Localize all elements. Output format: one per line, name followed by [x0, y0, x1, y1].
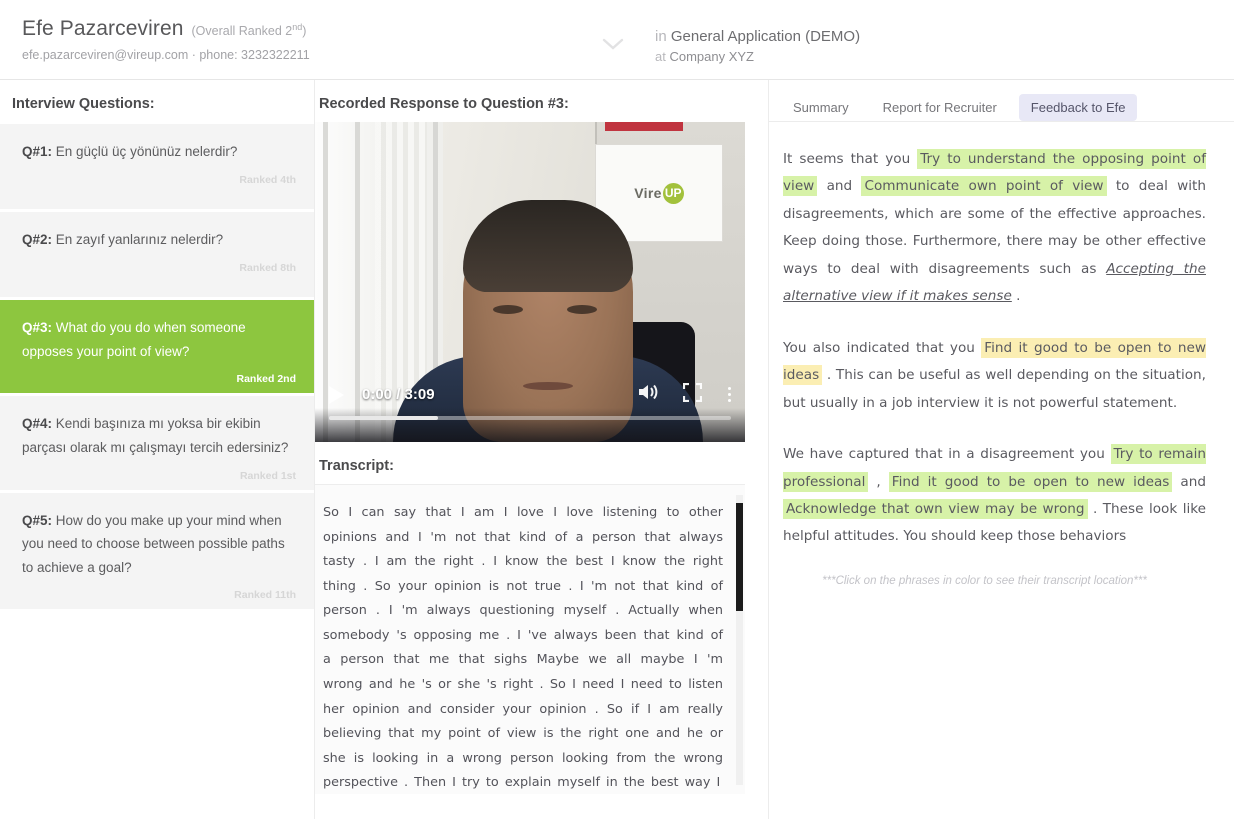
question-card-3[interactable]: Q#3: What do you do when someone opposes…	[0, 300, 314, 397]
feedback-paragraph-2: You also indicated that you Find it good…	[783, 337, 1206, 411]
feedback-paragraph-1: It seems that you Try to understand the …	[783, 149, 1206, 305]
tab-bar: Summary Report for Recruiter Feedback to…	[769, 80, 1234, 122]
page-header: Efe Pazarceviren (Overall Ranked 2nd) ef…	[0, 0, 1234, 80]
question-rank-5: Ranked 11th	[234, 589, 296, 602]
question-card-4[interactable]: Q#4: Kendi başınıza mı yoksa bir ekibin …	[0, 396, 314, 493]
transcript-title: Transcript:	[319, 458, 394, 474]
chevron-down-icon[interactable]	[600, 36, 626, 52]
question-rank-2: Ranked 8th	[239, 261, 296, 274]
question-text-2: Q#2: En zayıf yanlarınız nelerdir?	[22, 232, 224, 247]
position-info: in General Application (DEMO) at Company…	[655, 26, 860, 67]
feedback-panel: Summary Report for Recruiter Feedback to…	[769, 80, 1234, 819]
highlight-phrase-6[interactable]: Acknowledge that own view may be wrong	[783, 498, 1088, 519]
feedback-hint-note: ***Click on the phrases in color to see …	[822, 574, 1147, 587]
candidate-info: Efe Pazarceviren (Overall Ranked 2nd) ef…	[22, 17, 310, 62]
question-text-3: Q#3: What do you do when someone opposes…	[22, 320, 246, 359]
more-options-icon[interactable]	[728, 387, 731, 402]
candidate-name: Efe Pazarceviren	[22, 17, 184, 40]
question-rank-1: Ranked 4th	[239, 173, 296, 186]
question-rank-3: Ranked 2nd	[236, 373, 296, 386]
questions-panel: Interview Questions: Q#1: En güçlü üç yö…	[0, 80, 314, 819]
questions-panel-title: Interview Questions:	[12, 96, 155, 112]
question-rank-4: Ranked 1st	[239, 469, 296, 482]
video-player[interactable]: Vire UP 0:00 / 3:09	[315, 122, 745, 442]
transcript-text: So I can say that I am I love I love lis…	[323, 505, 723, 791]
question-text-4: Q#4: Kendi başınıza mı yoksa bir ekibin …	[22, 416, 289, 455]
candidate-contact: efe.pazarceviren@vireup.com · phone: 323…	[22, 48, 310, 62]
vireup-logo-badge: UP	[662, 182, 684, 204]
transcript-box[interactable]: So I can say that I am I love I love lis…	[315, 484, 745, 794]
question-card-5[interactable]: Q#5: How do you make up your mind when y…	[0, 492, 314, 613]
vireup-logo-text: Vire	[634, 185, 662, 201]
transcript-scrollbar-thumb[interactable]	[736, 503, 743, 611]
question-card-1[interactable]: Q#1: En güçlü üç yönünüz nelerdir? Ranke…	[0, 124, 314, 212]
position-line: in General Application (DEMO)	[655, 28, 861, 45]
video-time-display: 0:00 / 3:09	[362, 386, 435, 403]
video-controls[interactable]: 0:00 / 3:09	[315, 364, 745, 442]
question-text-5: Q#5: How do you make up your mind when y…	[22, 512, 285, 575]
feedback-paragraph-3: We have captured that in a disagreement …	[783, 444, 1206, 545]
tab-report-for-recruiter[interactable]: Report for Recruiter	[871, 94, 1009, 121]
tab-feedback-to-efe[interactable]: Feedback to Efe	[1018, 94, 1138, 121]
fullscreen-icon[interactable]	[682, 382, 703, 407]
question-card-2[interactable]: Q#2: En zayıf yanlarınız nelerdir? Ranke…	[0, 212, 314, 300]
play-icon[interactable]	[329, 385, 344, 404]
volume-icon[interactable]	[637, 382, 659, 407]
feedback-body: It seems that you Try to understand the …	[769, 122, 1234, 587]
main-content: Interview Questions: Q#1: En güçlü üç yö…	[0, 80, 1234, 819]
company-line: at Company XYZ	[655, 48, 755, 64]
tab-summary[interactable]: Summary	[781, 94, 861, 121]
question-text-1: Q#1: En güçlü üç yönünüz nelerdir?	[22, 144, 238, 159]
video-progress-bar[interactable]	[329, 416, 731, 420]
video-progress-fill	[329, 416, 438, 420]
questions-list: Q#1: En güçlü üç yönünüz nelerdir? Ranke…	[0, 124, 314, 613]
recorded-response-title: Recorded Response to Question #3:	[319, 96, 569, 112]
highlight-phrase-2[interactable]: Communicate own point of view	[861, 176, 1107, 197]
overall-rank-label: (Overall Ranked 2nd)	[191, 21, 307, 38]
highlight-phrase-5[interactable]: Find it good to be open to new ideas	[888, 471, 1173, 492]
response-panel: Recorded Response to Question #3: Vire U…	[314, 80, 769, 819]
